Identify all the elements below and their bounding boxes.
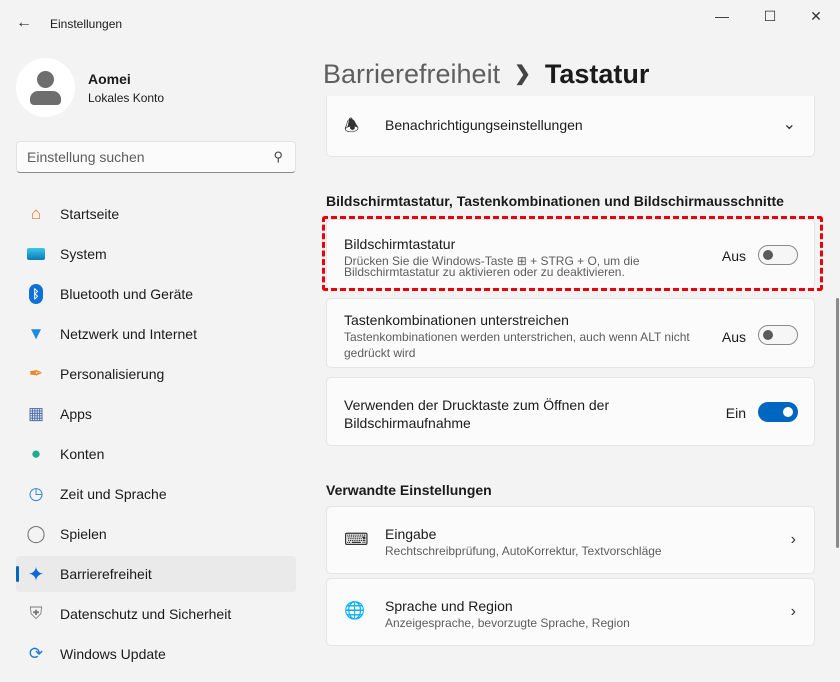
sidebar-item-label: Barrierefreiheit <box>60 566 152 582</box>
scrollbar[interactable] <box>836 298 839 548</box>
related-typing[interactable]: ⌨ Eingabe Rechtschreibprüfung, AutoKorre… <box>326 506 815 574</box>
notification-settings-row[interactable]: 🕭 Benachrichtigungseinstellungen ⌄ <box>326 96 815 157</box>
minimize-button[interactable]: — <box>707 8 737 24</box>
sidebar-item-privacy[interactable]: ⛨ Datenschutz und Sicherheit <box>16 596 296 632</box>
print-screen-toggle[interactable] <box>758 402 798 422</box>
breadcrumb: Barrierefreiheit ❯ Tastatur <box>323 59 649 90</box>
row-title: Sprache und Region <box>385 598 513 614</box>
home-icon: ⌂ <box>30 204 42 223</box>
sidebar-item-label: Personalisierung <box>60 366 165 382</box>
sidebar-item-label: Netzwerk und Internet <box>60 326 197 342</box>
breadcrumb-parent[interactable]: Barrierefreiheit <box>323 59 500 89</box>
sidebar-item-label: Datenschutz und Sicherheit <box>60 606 232 622</box>
sidebar-item-time-language[interactable]: ◷ Zeit und Sprache <box>16 476 296 512</box>
search-placeholder: Einstellung suchen <box>27 149 145 165</box>
chevron-right-icon: › <box>790 531 796 548</box>
sidebar-item-label: Zeit und Sprache <box>60 486 167 502</box>
keyboard-icon: ⌨ <box>344 530 369 549</box>
chevron-down-icon: ⌄ <box>782 116 796 133</box>
related-language-region[interactable]: 🌐 Sprache und Region Anzeigesprache, bev… <box>326 578 815 646</box>
sidebar-item-label: Bluetooth und Geräte <box>60 286 194 302</box>
brush-icon: ✒ <box>28 364 44 383</box>
sidebar-item-apps[interactable]: ▦ Apps <box>16 396 296 432</box>
bell-icon: 🕭 <box>344 116 360 135</box>
arrow-left-icon: ← <box>16 14 32 31</box>
toggle-state: Aus <box>721 329 746 345</box>
row-desc: gedrückt wird <box>344 346 416 360</box>
gamepad-icon: ◯ <box>26 524 46 543</box>
sidebar-item-label: System <box>60 246 107 262</box>
accessibility-icon: ✦ <box>27 563 45 586</box>
system-icon <box>25 243 47 265</box>
sidebar-nav: ⌂ Startseite System ᛒ Bluetooth und Geräte… <box>16 196 296 676</box>
row-desc: Anzeigesprache, bevorzugte Sprache, Regi… <box>385 616 630 630</box>
row-title: Verwenden der Drucktaste zum Öffnen der <box>344 397 610 413</box>
wifi-icon: ▼ <box>27 324 45 343</box>
sidebar-item-label: Konten <box>60 446 105 462</box>
shield-icon: ⛨ <box>29 604 43 623</box>
sidebar-item-gaming[interactable]: ◯ Spielen <box>16 516 296 552</box>
underline-shortcuts-toggle[interactable] <box>758 325 798 345</box>
close-button[interactable]: ✕ <box>801 8 831 25</box>
sidebar-item-label: Spielen <box>60 526 107 542</box>
sidebar-item-windows-update[interactable]: ⟳ Windows Update <box>16 636 296 672</box>
chevron-right-icon: ❯ <box>514 63 531 85</box>
row-title: Eingabe <box>385 526 437 542</box>
highlight-box <box>322 216 823 291</box>
sidebar-item-bluetooth[interactable]: ᛒ Bluetooth und Geräte <box>16 276 296 312</box>
window-title: Einstellungen <box>50 17 123 31</box>
back-button[interactable]: ← <box>16 14 32 32</box>
page-title: Tastatur <box>544 59 650 89</box>
sidebar-item-accessibility[interactable]: ✦ Barrierefreiheit <box>16 556 296 592</box>
section-heading: Bildschirmtastatur, Tastenkombinationen … <box>326 193 784 209</box>
user-account-type: Lokales Konto <box>88 91 165 105</box>
section-heading: Verwandte Einstellungen <box>326 482 492 498</box>
language-icon: 🌐 <box>344 601 366 620</box>
sidebar-item-personalization[interactable]: ✒ Personalisierung <box>16 356 296 392</box>
user-name: Aomei <box>88 71 131 87</box>
sidebar-item-system[interactable]: System <box>16 236 296 272</box>
sidebar-item-label: Windows Update <box>60 646 166 662</box>
row-desc: Rechtschreibprüfung, AutoKorrektur, Text… <box>385 544 662 558</box>
update-icon: ⟳ <box>28 644 44 663</box>
sidebar-item-network[interactable]: ▼ Netzwerk und Internet <box>16 316 296 352</box>
toggle-state: Ein <box>725 405 746 421</box>
search-icon: ⚲ <box>273 149 283 164</box>
chevron-right-icon: › <box>790 603 796 620</box>
setting-underline-shortcuts: Tastenkombinationen unterstreichen Taste… <box>326 298 815 368</box>
apps-icon: ▦ <box>27 404 45 423</box>
avatar[interactable] <box>16 58 75 117</box>
maximize-button[interactable]: ☐ <box>755 8 785 25</box>
row-desc: Tastenkombinationen werden unterstrichen… <box>344 330 690 344</box>
sidebar-item-label: Startseite <box>60 206 120 222</box>
row-title: Bildschirmaufnahme <box>344 415 471 431</box>
clock-icon: ◷ <box>28 484 44 503</box>
row-title: Tastenkombinationen unterstreichen <box>344 312 569 328</box>
sidebar-item-accounts[interactable]: ● Konten <box>16 436 296 472</box>
row-title: Benachrichtigungseinstellungen <box>385 117 583 133</box>
setting-print-screen: Verwenden der Drucktaste zum Öffnen der … <box>326 377 815 446</box>
sidebar-item-label: Apps <box>60 406 92 422</box>
bluetooth-icon: ᛒ <box>25 283 47 305</box>
sidebar-item-startseite[interactable]: ⌂ Startseite <box>16 196 296 232</box>
account-icon: ● <box>30 444 42 463</box>
search-input[interactable]: Einstellung suchen ⚲ <box>16 141 296 173</box>
